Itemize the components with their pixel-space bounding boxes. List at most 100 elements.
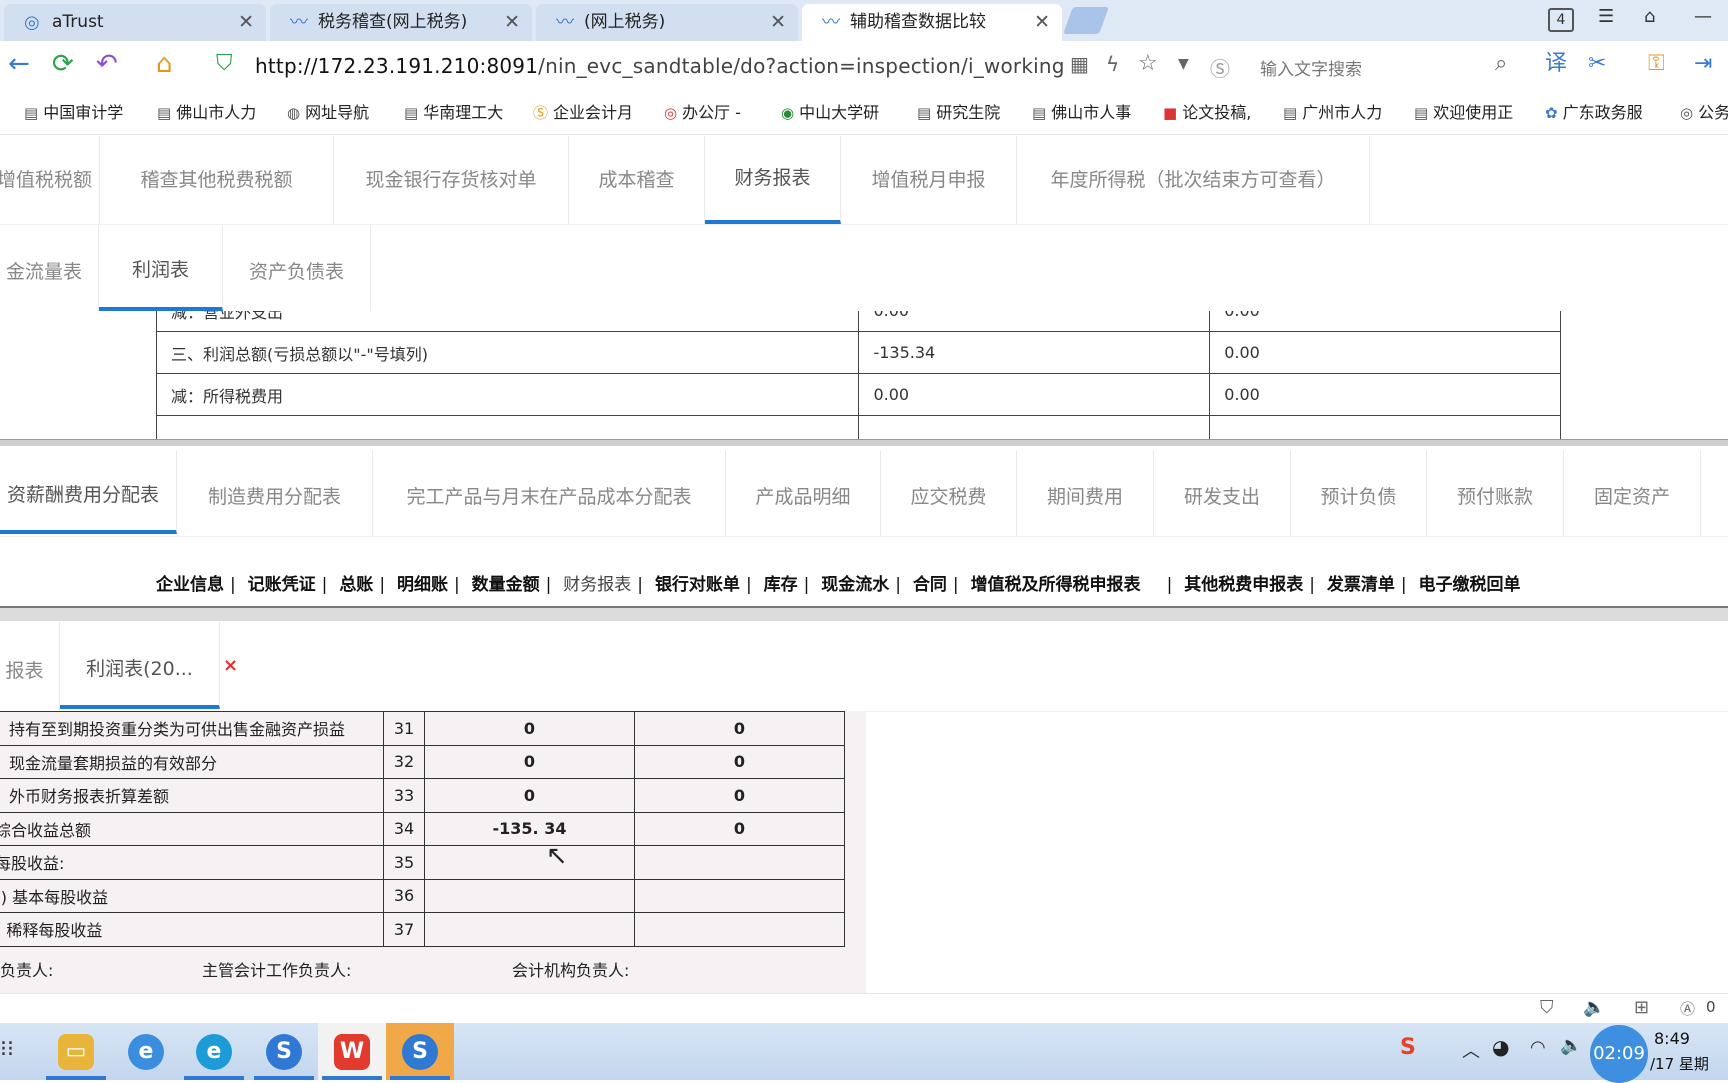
link-company-info[interactable]: 企业信息 — [156, 570, 224, 595]
bookmark-item[interactable]: ◉ 中山大学研 — [781, 99, 879, 123]
search-box[interactable]: Ⓢ 输入文字搜索 ⌕ — [1210, 51, 1525, 81]
star-icon[interactable]: ☆ — [1138, 49, 1158, 79]
link-inventory[interactable]: 库存 — [764, 570, 798, 595]
bookmark-item[interactable]: ▤ 佛山市人事 — [1032, 99, 1131, 123]
browser-tab-atrust[interactable]: ◎ aTrust ✕ — [4, 4, 266, 41]
search-icon[interactable]: ⌕ — [1495, 51, 1507, 76]
menu-icon[interactable]: ☰ — [1598, 6, 1614, 27]
shield-check-icon[interactable]: ⛉ — [1540, 997, 1554, 1018]
search-input[interactable]: 输入文字搜索 — [1260, 55, 1362, 80]
taskbar-wps[interactable]: W — [318, 1023, 386, 1080]
download-icon[interactable]: ⊞ — [1634, 997, 1649, 1018]
tab-finished-goods[interactable]: 产成品明细 — [726, 450, 881, 536]
ime-icon[interactable]: S — [1400, 1035, 1416, 1060]
close-icon[interactable]: × — [223, 655, 238, 676]
back-icon[interactable]: ← — [8, 49, 30, 79]
close-icon[interactable]: ✕ — [770, 4, 786, 41]
tab-balance-sheet[interactable]: 资产负债表 — [223, 225, 371, 311]
link-cash-flow[interactable]: 现金流水 — [821, 570, 889, 595]
frame-splitter[interactable] — [0, 439, 1728, 446]
taskbar-atrust[interactable]: S — [386, 1023, 454, 1080]
tab-period-expenses[interactable]: 期间费用 — [1017, 450, 1154, 536]
tab-vat-amount[interactable]: 增值税税额 — [0, 136, 100, 224]
browser-tab-tax-inspection[interactable]: 〰 税务稽查(网上税务) ✕ — [270, 4, 532, 41]
link-other-tax-returns[interactable]: 其他税费申报表 — [1184, 570, 1303, 595]
clock-time[interactable]: 8:49 — [1654, 1029, 1690, 1048]
bookmark-item[interactable]: ◎ 办公厅 - — [664, 99, 741, 123]
key-icon[interactable]: ⚿ — [1648, 49, 1665, 79]
bookmark-item[interactable]: ✿ 广东政务服 — [1545, 99, 1643, 123]
volume-icon[interactable]: 🔈 — [1560, 1035, 1582, 1056]
tab-count-badge[interactable]: 4 — [1548, 8, 1574, 32]
bookmark-item[interactable]: ◎ 公务 — [1680, 99, 1728, 123]
bookmark-item[interactable]: ▤ 中国审计学 — [24, 99, 123, 123]
recording-timer[interactable]: 02:09 — [1590, 1025, 1648, 1083]
close-icon[interactable]: ✕ — [1034, 4, 1050, 41]
tab-cash-bank-stock[interactable]: 现金银行存货核对单 — [334, 136, 569, 224]
link-invoice-list[interactable]: 发票清单 — [1327, 570, 1395, 595]
chevron-up-icon[interactable]: ︿ — [1462, 1037, 1480, 1063]
link-general-ledger[interactable]: 总账 — [339, 570, 373, 595]
tab-annual-income-tax[interactable]: 年度所得税（批次结束方可查看） — [1017, 136, 1370, 224]
scissors-icon[interactable]: ✂ — [1588, 49, 1606, 79]
link-vat-income-tax-returns[interactable]: 增值税及所得税申报表 — [971, 570, 1141, 595]
tab-income-statement-doc[interactable]: 利润表(20... — [60, 621, 220, 709]
bookmark-item[interactable]: ▤ 广州市人力 — [1283, 99, 1382, 123]
bookmark-item[interactable]: Ⓢ 企业会计月 — [533, 99, 633, 123]
tab-cost-audit[interactable]: 成本稽查 — [569, 136, 705, 224]
tab-payroll-allocation[interactable]: 资薪酬费用分配表 — [0, 450, 177, 534]
tab-vat-monthly[interactable]: 增值税月申报 — [841, 136, 1017, 224]
bookmark-item[interactable]: ▤ 研究生院 — [917, 99, 1000, 123]
link-contracts[interactable]: 合同 — [913, 570, 947, 595]
close-icon[interactable]: ✕ — [238, 4, 254, 41]
tab-prepayments[interactable]: 预付账款 — [1427, 450, 1564, 536]
link-subledger[interactable]: 明细账 — [397, 570, 448, 595]
tab-cash-flow[interactable]: 金流量表 — [0, 225, 99, 311]
ad-block-icon[interactable]: Ⓐ — [1680, 998, 1695, 1019]
bookmark-item[interactable]: ▤ 欢迎使用正 — [1414, 99, 1513, 123]
lightning-icon[interactable]: ϟ — [1106, 49, 1119, 79]
taskbar-edge[interactable]: e — [180, 1023, 248, 1080]
skin-icon[interactable]: ⌂ — [1644, 6, 1655, 27]
bookmark-item[interactable]: ▤ 佛山市人力 — [157, 99, 256, 123]
qr-icon[interactable]: ▦ — [1070, 49, 1089, 79]
tab-overhead-allocation[interactable]: 制造费用分配表 — [177, 450, 373, 536]
tab-fixed-assets[interactable]: 固定资产 — [1564, 450, 1701, 536]
link-quantity-amount[interactable]: 数量金额 — [472, 570, 540, 595]
tab-tax-payable[interactable]: 应交税费 — [881, 450, 1017, 536]
new-tab-button[interactable] — [1063, 7, 1109, 34]
bookmark-item[interactable]: ■ 论文投稿, — [1163, 99, 1251, 123]
bookmark-item[interactable]: ◍ 网址导航 — [287, 99, 369, 123]
wifi-icon[interactable]: ◠ — [1530, 1037, 1546, 1058]
bookmark-item[interactable]: ▤ 华南理工大 — [404, 99, 503, 123]
browser-tab-online-tax[interactable]: 〰 (网上税务) ✕ — [536, 4, 798, 41]
translate-icon[interactable]: 译 — [1545, 49, 1567, 79]
login-icon[interactable]: ⇥ — [1694, 49, 1712, 79]
chevron-down-icon[interactable]: ▼ — [1178, 49, 1189, 79]
tab-wip-cost-allocation[interactable]: 完工产品与月末在产品成本分配表 — [373, 450, 726, 536]
tab-other-taxes[interactable]: 稽查其他税费税额 — [100, 136, 334, 224]
browser-tab-data-compare[interactable]: 〰 辅助稽查数据比较 ✕ — [802, 4, 1062, 41]
close-icon[interactable]: ✕ — [504, 4, 520, 41]
refresh-icon[interactable]: ⟳ — [52, 49, 74, 79]
tab-financial-statements[interactable]: 财务报表 — [705, 136, 841, 224]
qq-icon[interactable]: ◕ — [1492, 1035, 1509, 1059]
link-bank-statement[interactable]: 银行对账单 — [655, 570, 740, 595]
url-field[interactable]: http://172.23.191.210:8091/nin_evc_sandt… — [255, 54, 1063, 78]
taskbar-browser[interactable]: S — [250, 1023, 318, 1080]
tab-provisions[interactable]: 预计负债 — [1291, 450, 1427, 536]
tab-statements[interactable]: 报表 — [0, 621, 60, 711]
link-financial-statements[interactable]: 财务报表 — [563, 570, 631, 595]
clock-date[interactable]: /17 星期 — [1650, 1053, 1709, 1074]
tab-income-statement[interactable]: 利润表 — [99, 225, 223, 311]
home-icon[interactable]: ⌂ — [156, 49, 173, 79]
link-vouchers[interactable]: 记账凭证 — [248, 570, 316, 595]
tab-rd-expenditure[interactable]: 研发支出 — [1154, 450, 1291, 536]
taskbar-ie[interactable]: e — [112, 1023, 180, 1080]
speaker-icon[interactable]: 🔈 — [1583, 997, 1605, 1018]
minimize-icon[interactable]: — — [1694, 6, 1712, 27]
task-view-icon[interactable]: ⁝⁝ — [0, 1037, 14, 1062]
taskbar-explorer[interactable]: ▭ — [42, 1023, 110, 1080]
link-tax-receipts[interactable]: 电子缴税回单 — [1419, 570, 1521, 595]
undo-icon[interactable]: ↶ — [96, 49, 118, 79]
